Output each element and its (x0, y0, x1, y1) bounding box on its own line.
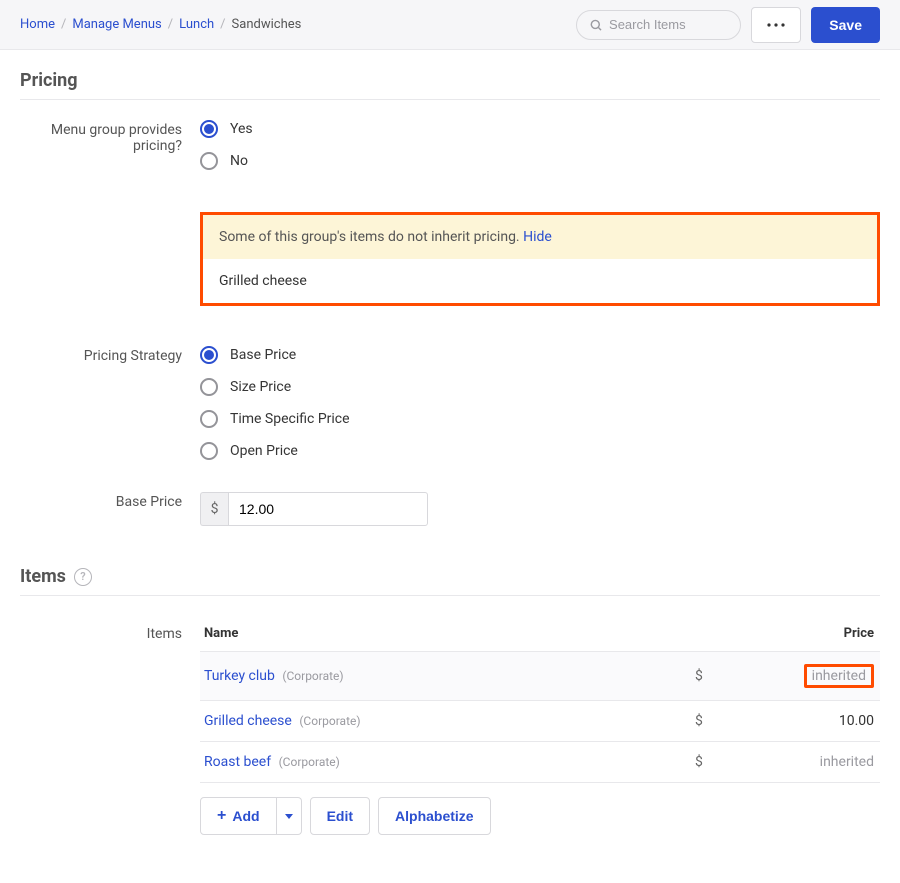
currency-symbol: $ (695, 754, 725, 770)
item-tag: (Corporate) (299, 714, 360, 728)
strategy-open-price[interactable]: Open Price (200, 442, 880, 460)
items-table: Name Price Turkey club (Corporate) $ inh… (200, 616, 880, 783)
group-pricing-no[interactable]: No (200, 152, 880, 170)
group-pricing-yes[interactable]: Yes (200, 120, 880, 138)
search-input[interactable] (609, 17, 728, 32)
table-row[interactable]: Turkey club (Corporate) $ inherited (200, 651, 880, 700)
breadcrumb: Home / Manage Menus / Lunch / Sandwiches (20, 17, 301, 32)
radio-label: No (230, 153, 248, 169)
breadcrumb-separator: / (168, 17, 173, 32)
base-price-input[interactable] (228, 492, 428, 526)
currency-symbol: $ (695, 668, 725, 684)
breadcrumb-separator: / (61, 17, 66, 32)
items-section-title: Items (20, 566, 66, 587)
breadcrumb-home[interactable]: Home (20, 17, 55, 32)
radio-unchecked-icon (200, 442, 218, 460)
search-icon (589, 17, 603, 33)
currency-symbol: $ (695, 713, 725, 729)
strategy-size-price[interactable]: Size Price (200, 378, 880, 396)
radio-label: Time Specific Price (230, 411, 350, 427)
price-inherited: inherited (820, 754, 874, 770)
table-row[interactable]: Grilled cheese (Corporate) $ 10.00 (200, 700, 880, 741)
alphabetize-button[interactable]: Alphabetize (378, 797, 491, 835)
pricing-section-title: Pricing (20, 70, 880, 100)
plus-icon: + (217, 808, 226, 824)
pricing-strategy-label: Pricing Strategy (20, 346, 200, 474)
help-icon[interactable]: ? (74, 568, 92, 586)
breadcrumb-current: Sandwiches (232, 17, 302, 32)
radio-checked-icon (200, 120, 218, 138)
item-tag: (Corporate) (279, 755, 340, 769)
group-pricing-label: Menu group provides pricing? (20, 120, 200, 184)
radio-label: Size Price (230, 379, 291, 395)
inherit-notice: Some of this group's items do not inheri… (200, 212, 880, 306)
table-row[interactable]: Roast beef (Corporate) $ inherited (200, 741, 880, 782)
column-price-header: Price (725, 626, 880, 641)
radio-unchecked-icon (200, 378, 218, 396)
radio-unchecked-icon (200, 410, 218, 428)
column-name-header: Name (200, 626, 695, 641)
radio-label: Base Price (230, 347, 296, 363)
base-price-label: Base Price (20, 492, 200, 526)
price-value: 10.00 (839, 713, 874, 729)
edit-button[interactable]: Edit (310, 797, 370, 835)
price-inherited-highlight: inherited (804, 664, 874, 688)
breadcrumb-lunch[interactable]: Lunch (179, 17, 214, 32)
item-tag: (Corporate) (282, 669, 343, 683)
radio-label: Open Price (230, 443, 298, 459)
notice-hide-link[interactable]: Hide (523, 229, 552, 245)
more-button[interactable] (751, 7, 801, 43)
items-label: Items (20, 616, 200, 835)
radio-unchecked-icon (200, 152, 218, 170)
add-button-label: Add (232, 808, 259, 824)
search-box[interactable] (576, 10, 741, 40)
strategy-base-price[interactable]: Base Price (200, 346, 880, 364)
currency-prefix: $ (200, 492, 228, 526)
item-link[interactable]: Roast beef (204, 754, 271, 770)
radio-label: Yes (230, 121, 253, 137)
item-link[interactable]: Turkey club (204, 668, 275, 684)
strategy-time-price[interactable]: Time Specific Price (200, 410, 880, 428)
radio-checked-icon (200, 346, 218, 364)
dots-icon (767, 23, 785, 27)
save-button[interactable]: Save (811, 7, 880, 43)
item-link[interactable]: Grilled cheese (204, 713, 292, 729)
notice-text: Some of this group's items do not inheri… (219, 229, 523, 245)
breadcrumb-separator: / (220, 17, 225, 32)
add-button[interactable]: + Add (200, 797, 277, 835)
breadcrumb-manage-menus[interactable]: Manage Menus (72, 17, 161, 32)
caret-down-icon (285, 814, 293, 819)
add-dropdown-button[interactable] (277, 797, 302, 835)
notice-item: Grilled cheese (203, 259, 877, 303)
